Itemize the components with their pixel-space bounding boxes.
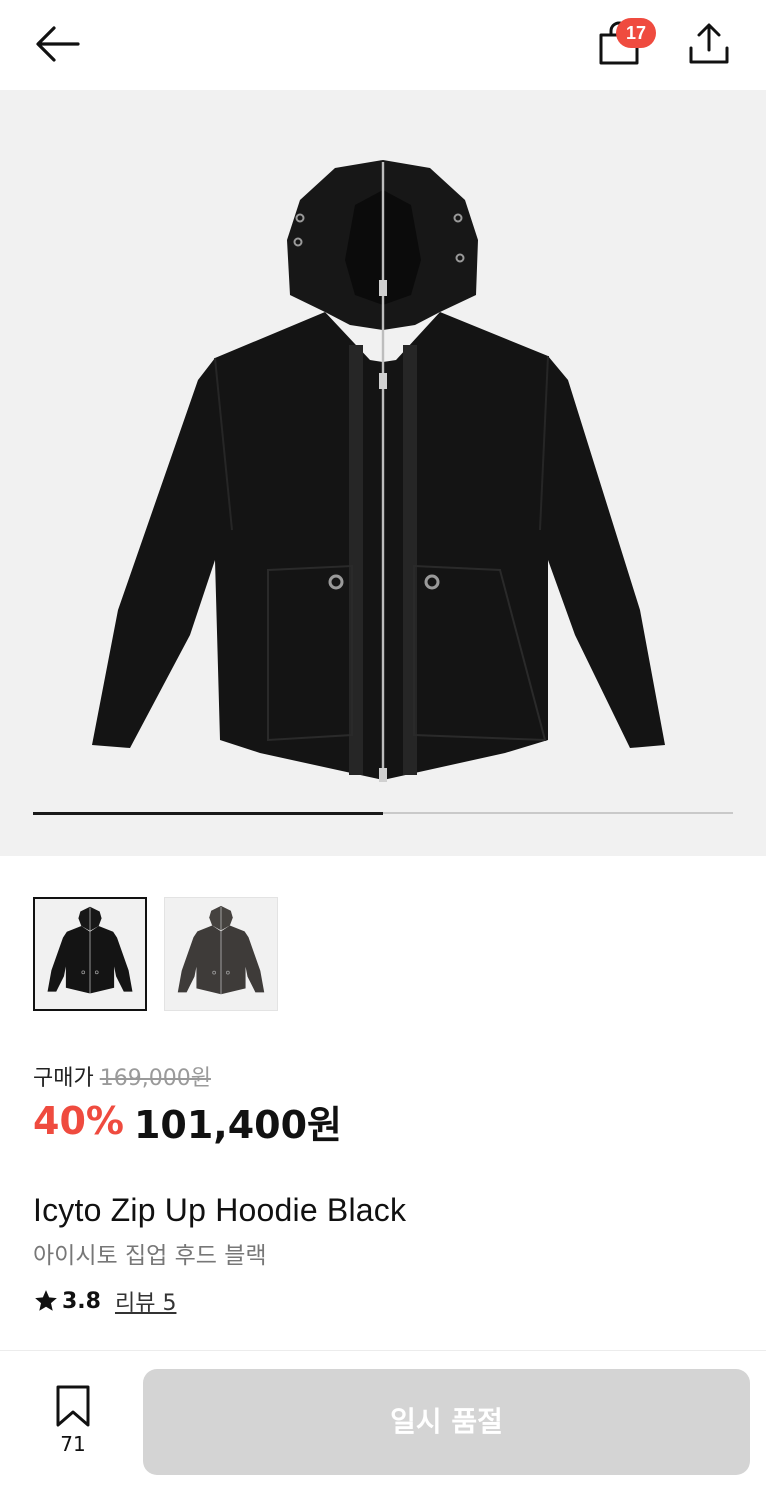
- rating-value: 3.8: [62, 1288, 101, 1314]
- thumbnail-charcoal-image: [177, 905, 265, 995]
- thumbnail-black-image: [47, 906, 133, 994]
- product-name-en: Icyto Zip Up Hoodie Black: [33, 1192, 407, 1228]
- carousel-progress-track: [33, 811, 733, 815]
- arrow-left-icon: [36, 26, 80, 62]
- bottom-bar-divider: [0, 1350, 766, 1351]
- rating-row: 3.8 리뷰 5: [33, 1285, 176, 1317]
- cart-button[interactable]: 17: [594, 18, 656, 70]
- top-nav-bar: 17: [0, 0, 766, 90]
- star-icon: [35, 1290, 57, 1311]
- bookmark-count: 71: [60, 1432, 86, 1456]
- share-button[interactable]: [686, 20, 732, 68]
- bookmark-icon: [56, 1385, 90, 1427]
- price-label: 구매가: [33, 1066, 94, 1091]
- thumbnail-black[interactable]: [33, 897, 147, 1011]
- product-image-carousel[interactable]: [0, 90, 766, 856]
- back-button[interactable]: [30, 22, 84, 66]
- cart-count-badge: 17: [616, 18, 656, 48]
- thumbnail-charcoal[interactable]: [164, 897, 278, 1011]
- price-label-row: 구매가 169,000원: [33, 1061, 211, 1091]
- bookmark-button[interactable]: 71: [43, 1382, 103, 1462]
- original-price: 169,000원: [99, 1066, 211, 1091]
- share-upload-icon: [689, 23, 729, 64]
- review-link[interactable]: 리뷰 5: [115, 1285, 176, 1317]
- sale-price: 101,400원: [133, 1102, 343, 1147]
- product-name-ko: 아이시토 집업 후드 블랙: [33, 1243, 267, 1269]
- sale-price-row: 40% 101,400원: [33, 1096, 343, 1147]
- sold-out-button[interactable]: 일시 품절: [143, 1369, 750, 1475]
- discount-rate: 40%: [33, 1099, 124, 1143]
- product-main-image: [92, 160, 665, 782]
- carousel-progress-fill: [33, 811, 383, 815]
